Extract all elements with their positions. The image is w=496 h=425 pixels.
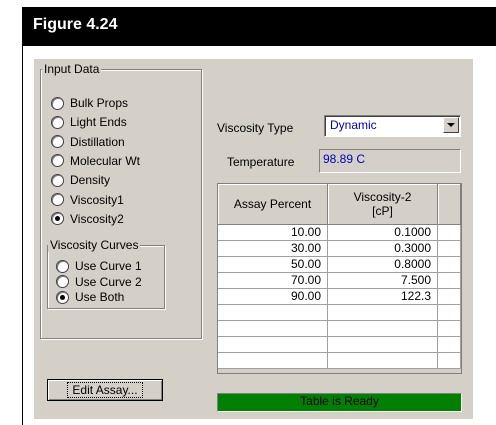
blank-cell <box>437 240 461 257</box>
input-option-label: Distillation <box>70 134 125 149</box>
table-row: 10.00 0.1000 <box>218 224 461 241</box>
assay-percent-cell[interactable]: 10.00 <box>218 224 328 241</box>
input-option-density[interactable]: Density <box>51 172 110 188</box>
radio-button-icon[interactable] <box>51 193 64 206</box>
curve-option-use-both[interactable]: Use Both <box>56 289 124 305</box>
table-row: 70.00 7.500 <box>218 272 461 289</box>
radio-button-icon[interactable] <box>51 135 64 149</box>
status-text: Table is Ready <box>300 394 379 408</box>
radio-button-icon[interactable] <box>51 173 64 187</box>
input-option-molecular-wt[interactable]: Molecular Wt <box>51 153 140 169</box>
table-row <box>218 336 461 353</box>
figure-header: Figure 4.24 <box>22 7 496 46</box>
input-option-label: Density <box>70 173 111 188</box>
radio-button-icon[interactable] <box>51 212 64 226</box>
chevron-down-icon <box>447 122 455 127</box>
input-option-label: Viscosity1 <box>70 192 124 207</box>
assay-percent-cell[interactable]: 30.00 <box>218 240 328 257</box>
assay-percent-cell[interactable]: 90.00 <box>218 288 328 305</box>
curve-option-use-curve-1[interactable]: Use Curve 1 <box>56 258 142 274</box>
input-option-light-ends[interactable]: Light Ends <box>51 114 127 130</box>
input-option-label: Viscosity2 <box>70 211 124 226</box>
temperature-field[interactable]: 98.89 C <box>319 149 461 173</box>
input-data-dialog: Input Data Bulk Props Light Ends Distillat… <box>34 59 473 419</box>
viscosity-cell[interactable] <box>327 304 438 321</box>
curve-option-label: Use Curve 2 <box>75 274 142 289</box>
table-row <box>218 320 461 337</box>
curve-option-label: Use Curve 1 <box>75 259 142 273</box>
viscosity-type-value: Dynamic <box>330 118 377 132</box>
table-row: 50.00 0.8000 <box>218 256 461 273</box>
table-row: 30.00 0.3000 <box>218 240 461 257</box>
input-option-distillation[interactable]: Distillation <box>51 134 125 150</box>
column-header-viscosity[interactable]: Viscosity-2 [cP] <box>327 184 438 225</box>
column-header-assay-percent[interactable]: Assay Percent <box>218 184 328 225</box>
viscosity-curves-title: Viscosity Curves <box>48 238 141 252</box>
viscosity-grid: Assay Percent Viscosity-2 [cP] 10.00 0.10… <box>217 183 462 374</box>
radio-button-icon[interactable] <box>56 259 69 273</box>
assay-percent-cell[interactable] <box>218 352 328 369</box>
viscosity-unit-header: [cP] <box>372 203 393 218</box>
temperature-value: 98.89 C <box>323 152 366 166</box>
left-rule <box>22 46 23 425</box>
viscosity-cell[interactable] <box>327 336 438 353</box>
temperature-label: Temperature <box>227 155 295 169</box>
table-row <box>218 352 461 369</box>
figure-title: Figure 4.24 <box>33 16 118 33</box>
viscosity-type-label: Viscosity Type <box>217 121 294 135</box>
assay-percent-cell[interactable] <box>218 304 328 321</box>
edit-assay-button[interactable]: Edit Assay... <box>47 379 163 401</box>
blank-cell <box>437 352 461 369</box>
viscosity-cell[interactable]: 0.8000 <box>327 256 438 273</box>
blank-cell <box>437 256 461 273</box>
table-row <box>218 304 461 321</box>
column-header-blank <box>437 184 461 225</box>
blank-cell <box>437 336 461 353</box>
radio-button-icon[interactable] <box>56 275 69 288</box>
blank-cell <box>437 304 461 321</box>
viscosity-cell[interactable]: 0.1000 <box>327 224 438 241</box>
viscosity-type-select[interactable]: Dynamic <box>324 115 461 137</box>
blank-cell <box>437 288 461 305</box>
assay-percent-header: Assay Percent <box>233 196 312 211</box>
curve-option-label: Use Both <box>75 290 125 304</box>
curve-option-use-curve-2[interactable]: Use Curve 2 <box>56 274 142 290</box>
radio-button-icon[interactable] <box>56 290 69 304</box>
input-option-label: Bulk Props <box>70 96 129 110</box>
radio-button-icon[interactable] <box>51 115 64 129</box>
dropdown-button[interactable] <box>443 117 459 133</box>
input-option-viscosity1[interactable]: Viscosity1 <box>51 192 124 208</box>
radio-button-icon[interactable] <box>51 154 64 168</box>
viscosity-cell[interactable] <box>327 320 438 337</box>
input-option-bulk-props[interactable]: Bulk Props <box>51 95 128 111</box>
viscosity-cell[interactable]: 0.3000 <box>327 240 438 257</box>
table-row: 90.00 122.3 <box>218 288 461 305</box>
radio-button-icon[interactable] <box>51 96 64 110</box>
assay-percent-cell[interactable] <box>218 320 328 337</box>
assay-percent-cell[interactable]: 70.00 <box>218 272 328 289</box>
status-bar: Table is Ready <box>217 393 462 412</box>
viscosity-cell[interactable]: 122.3 <box>327 288 438 305</box>
input-option-label: Molecular Wt <box>70 153 141 168</box>
input-data-title: Input Data <box>42 62 102 76</box>
input-option-label: Light Ends <box>70 115 127 130</box>
blank-cell <box>437 224 461 241</box>
assay-percent-cell[interactable] <box>218 336 328 353</box>
viscosity-header: Viscosity-2 <box>353 189 412 204</box>
assay-percent-cell[interactable]: 50.00 <box>218 256 328 273</box>
input-option-viscosity2[interactable]: Viscosity2 <box>51 211 124 227</box>
blank-cell <box>437 272 461 289</box>
blank-cell <box>437 320 461 337</box>
viscosity-cell[interactable]: 7.500 <box>327 272 438 289</box>
viscosity-cell[interactable] <box>327 352 438 369</box>
edit-assay-label: Edit Assay... <box>67 382 143 398</box>
